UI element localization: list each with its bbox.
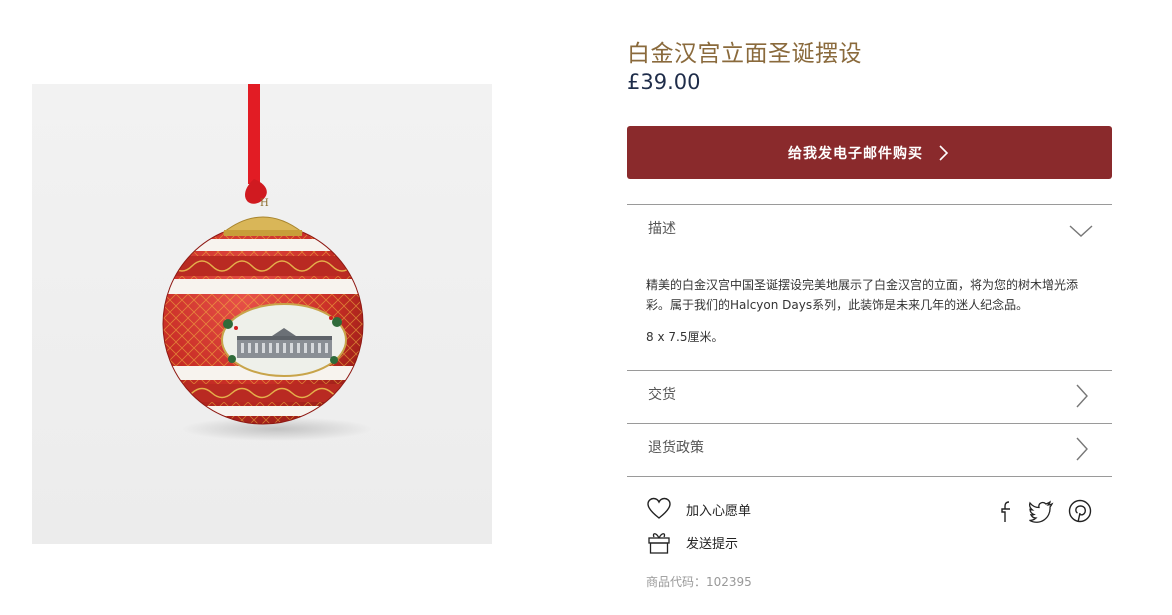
facebook-icon[interactable] [994, 498, 1020, 524]
accordion-description-header[interactable]: 描述 [627, 205, 1112, 251]
bauble-illustration: H [162, 84, 372, 441]
chevron-right-icon [1068, 436, 1094, 462]
gift-icon [646, 529, 672, 555]
pinterest-icon[interactable] [1067, 498, 1093, 524]
dimensions-text: 8 x 7.5厘米。 [646, 330, 724, 344]
heart-icon [646, 496, 672, 522]
accordion-delivery-header[interactable]: 交货 [627, 371, 1112, 417]
add-to-wishlist-button[interactable]: 加入心愿单 [646, 495, 751, 523]
svg-text:H: H [260, 198, 269, 209]
product-image: H [32, 84, 492, 544]
description-text: 精美的白金汉宫中国圣诞摆设完美地展示了白金汉宫的立面，将为您的树木增光添彩。属于… [646, 278, 1079, 312]
accordion-delivery-label: 交货 [648, 387, 676, 403]
wishlist-label: 加入心愿单 [686, 503, 752, 519]
email-me-to-buy-button[interactable]: 给我发电子邮件购买 [627, 126, 1112, 179]
accordion-returns-header[interactable]: 退货政策 [627, 424, 1112, 470]
cta-label: 给我发电子邮件购买 [788, 145, 923, 162]
sku-text: 商品代码：102395 [646, 575, 752, 589]
product-page: H 白金汉宫立面圣诞摆设 £39.00 给我发电子邮件购买 描述 精美的白金汉宫… [0, 0, 1172, 615]
chevron-right-icon [1068, 383, 1094, 409]
chevron-down-icon [1068, 217, 1094, 243]
product-title: 白金汉宫立面圣诞摆设 [627, 41, 862, 67]
chevron-right-icon [935, 144, 951, 162]
product-price: £39.00 [627, 70, 701, 94]
twitter-icon[interactable] [1028, 498, 1054, 524]
send-hint-label: 发送提示 [686, 536, 739, 552]
accordion-description-label: 描述 [648, 221, 676, 237]
divider [627, 476, 1112, 477]
accordion-returns-label: 退货政策 [648, 440, 704, 456]
send-hint-button[interactable]: 发送提示 [646, 528, 738, 556]
